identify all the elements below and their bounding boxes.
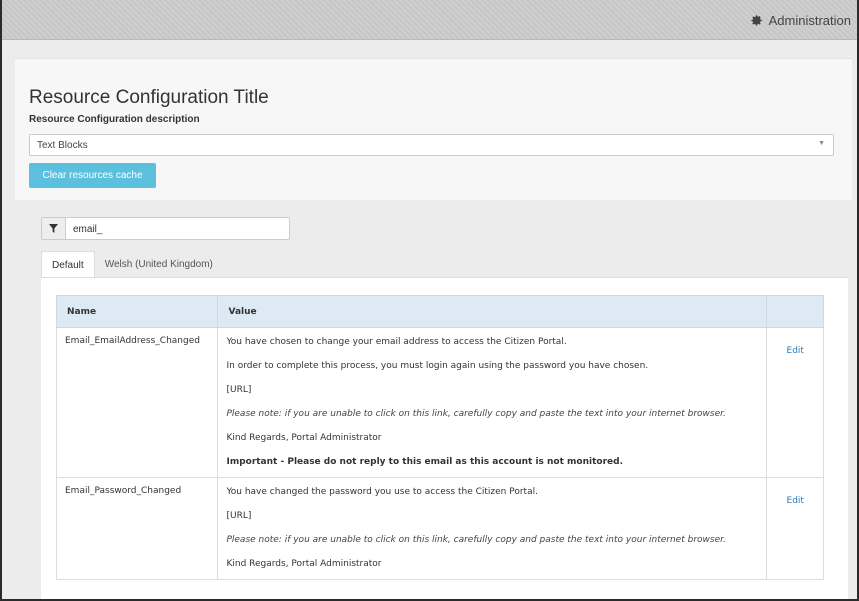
filter-icon-addon (42, 218, 66, 239)
administration-label: Administration (768, 13, 851, 28)
row-action-cell: Edit (766, 477, 824, 580)
value-line: You have changed the password you use to… (226, 487, 538, 497)
clear-cache-button[interactable]: Clear resources cache (29, 163, 156, 188)
value-line: Please note: if you are unable to click … (226, 409, 726, 419)
value-line: Important - Please do not reply to this … (226, 457, 623, 467)
language-tabs: Default Welsh (United Kingdom) (41, 251, 223, 278)
filter-box[interactable]: email_ (41, 217, 290, 240)
filter-icon (49, 224, 58, 233)
page-description: Resource Configuration description (29, 114, 200, 125)
table-row: Email_Password_Changed You have changed … (55, 477, 824, 580)
resource-type-value: Text Blocks (37, 140, 88, 151)
column-action-header (766, 295, 824, 328)
tab-welsh[interactable]: Welsh (United Kingdom) (95, 251, 223, 278)
page-title: Resource Configuration Title (29, 87, 269, 108)
tab-default[interactable]: Default (41, 251, 95, 278)
tab-panel: Name Value Email_EmailAddress_Changed Yo… (41, 277, 848, 599)
top-bar: Administration (2, 0, 857, 40)
resource-config-card: Resource Configuration Title Resource Co… (15, 58, 852, 200)
value-line: In order to complete this process, you m… (226, 361, 649, 371)
value-line: Kind Regards, Portal Administrator (226, 559, 382, 569)
row-value-cell: You have chosen to change your email add… (217, 327, 768, 478)
filter-input[interactable]: email_ (66, 218, 109, 239)
row-action-cell: Edit (766, 327, 824, 478)
resource-type-select[interactable]: Text Blocks ▼ (29, 134, 834, 156)
value-line: Please note: if you are unable to click … (226, 535, 726, 545)
value-line: [URL] (226, 511, 252, 521)
table-header-row: Name Value (55, 295, 824, 328)
row-name-cell: Email_Password_Changed (55, 477, 219, 580)
app-window: Administration Resource Configuration Ti… (0, 0, 859, 601)
column-name-header: Name (55, 295, 219, 328)
column-value-header: Value (217, 295, 768, 328)
row-value-cell: You have changed the password you use to… (217, 477, 768, 580)
gear-icon (750, 15, 762, 26)
edit-link[interactable]: Edit (787, 346, 804, 356)
edit-link[interactable]: Edit (787, 496, 804, 506)
value-line: Kind Regards, Portal Administrator (226, 433, 382, 443)
row-name-cell: Email_EmailAddress_Changed (55, 327, 219, 478)
table-row: Email_EmailAddress_Changed You have chos… (55, 327, 824, 478)
value-line: You have chosen to change your email add… (226, 337, 567, 347)
value-line: [URL] (226, 385, 252, 395)
administration-menu[interactable]: Administration (750, 13, 851, 28)
resources-table: Name Value Email_EmailAddress_Changed Yo… (55, 295, 824, 580)
caret-down-icon: ▼ (818, 140, 825, 147)
